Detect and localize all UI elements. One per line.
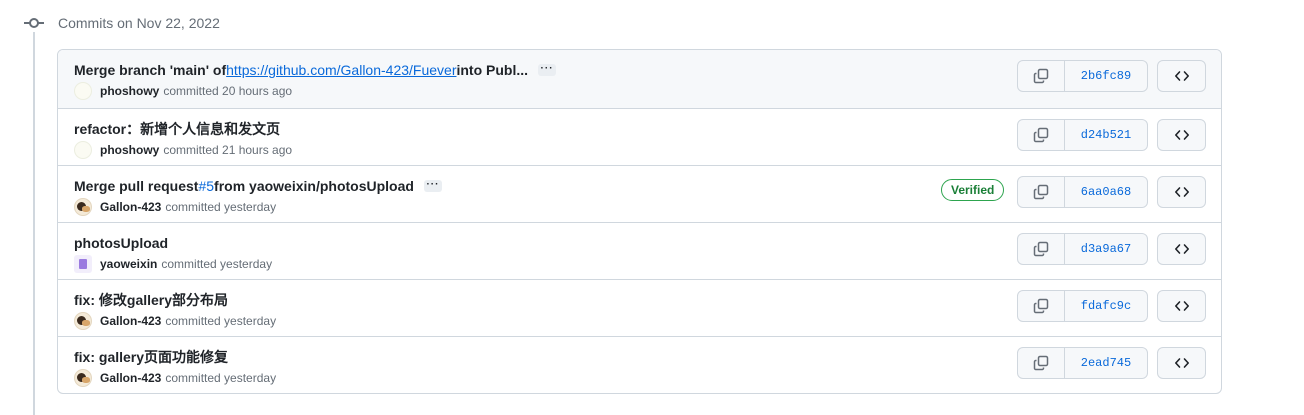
- copy-icon: [1033, 127, 1049, 143]
- commit-meta: phoshowy committed 20 hours ago: [74, 82, 292, 100]
- code-icon: [1174, 71, 1189, 81]
- commit-message: fix: gallery页面功能修复: [74, 347, 228, 367]
- commit-row: Merge branch 'main' of https://github.co…: [58, 50, 1221, 108]
- avatar[interactable]: [74, 369, 92, 387]
- commit-message: refactor：新增个人信息和发文页: [74, 119, 280, 139]
- code-icon: [1174, 187, 1189, 197]
- commit-meta: Gallon-423 committed yesterday: [74, 198, 276, 216]
- ellipsis-icon[interactable]: ···: [423, 180, 442, 192]
- commit-time: committed yesterday: [165, 371, 277, 385]
- code-icon: [1174, 301, 1189, 311]
- browse-repo-button[interactable]: [1157, 119, 1206, 151]
- copy-icon: [1033, 241, 1049, 257]
- commit-sha-group: 2ead745: [1017, 347, 1148, 379]
- commit-message-text[interactable]: into Publ...: [456, 60, 528, 80]
- browse-repo-button[interactable]: [1157, 290, 1206, 322]
- avatar[interactable]: [74, 82, 92, 100]
- commit-sha-group: 6aa0a68: [1017, 176, 1148, 208]
- commit-sha-link[interactable]: d3a9a67: [1065, 234, 1147, 264]
- commit-sha-group: d3a9a67: [1017, 233, 1148, 265]
- copy-icon: [1033, 298, 1049, 314]
- ellipsis-icon[interactable]: ···: [538, 64, 557, 76]
- commit-time: committed yesterday: [161, 257, 273, 271]
- author-name[interactable]: phoshowy: [100, 143, 159, 157]
- commit-message-text[interactable]: fix: gallery页面功能修复: [74, 347, 228, 367]
- commit-sha-link[interactable]: fdafc9c: [1065, 291, 1147, 321]
- author-name[interactable]: Gallon-423: [100, 371, 161, 385]
- commit-time: committed yesterday: [165, 200, 277, 214]
- commit-message-text[interactable]: refactor：新增个人信息和发文页: [74, 119, 280, 139]
- commit-time: committed 20 hours ago: [163, 84, 293, 98]
- commit-message: photosUpload: [74, 233, 168, 253]
- copy-icon: [1033, 68, 1049, 84]
- commit-meta: yaoweixin committed yesterday: [74, 255, 272, 273]
- copy-icon: [1033, 184, 1049, 200]
- copy-sha-button[interactable]: [1018, 61, 1065, 91]
- code-icon: [1174, 244, 1189, 254]
- commit-message-link[interactable]: https://github.com/Gallon-423/Fuever: [226, 60, 456, 80]
- commit-message: Merge pull request #5 from yaoweixin/pho…: [74, 176, 442, 196]
- timeline-line: [33, 32, 35, 415]
- copy-sha-button[interactable]: [1018, 348, 1065, 378]
- commit-message: fix: 修改gallery部分布局: [74, 290, 228, 310]
- timeline-head: [24, 12, 44, 34]
- author-name[interactable]: phoshowy: [100, 84, 159, 98]
- commit-time: committed 21 hours ago: [163, 143, 293, 157]
- commit-list: Merge branch 'main' of https://github.co…: [57, 49, 1222, 394]
- commit-row: refactor：新增个人信息和发文页 phoshowy committed 2…: [58, 108, 1221, 165]
- commit-meta: phoshowy committed 21 hours ago: [74, 141, 292, 159]
- copy-icon: [1033, 355, 1049, 371]
- commit-sha-link[interactable]: d24b521: [1065, 120, 1147, 150]
- commit-message-text[interactable]: from yaoweixin/photosUpload: [214, 176, 414, 196]
- commit-row: fix: gallery页面功能修复 Gallon-423 committed …: [58, 336, 1221, 393]
- avatar[interactable]: [74, 141, 92, 159]
- copy-sha-button[interactable]: [1018, 234, 1065, 264]
- commit-sha-link[interactable]: 2b6fc89: [1065, 61, 1147, 91]
- commit-message-text[interactable]: Merge branch 'main' of: [74, 60, 226, 80]
- commit-row: fix: 修改gallery部分布局 Gallon-423 committed …: [58, 279, 1221, 336]
- commit-row: Merge pull request #5 from yaoweixin/pho…: [58, 165, 1221, 222]
- browse-repo-button[interactable]: [1157, 60, 1206, 92]
- avatar[interactable]: [74, 255, 92, 273]
- code-icon: [1174, 358, 1189, 368]
- commit-sha-group: 2b6fc89: [1017, 60, 1148, 92]
- pull-request-link[interactable]: #5: [198, 176, 214, 196]
- copy-sha-button[interactable]: [1018, 291, 1065, 321]
- author-name[interactable]: yaoweixin: [100, 257, 157, 271]
- avatar[interactable]: [74, 312, 92, 330]
- commit-sha-link[interactable]: 6aa0a68: [1065, 177, 1147, 207]
- browse-repo-button[interactable]: [1157, 347, 1206, 379]
- browse-repo-button[interactable]: [1157, 233, 1206, 265]
- commit-meta: Gallon-423 committed yesterday: [74, 369, 276, 387]
- commit-sha-group: d24b521: [1017, 119, 1148, 151]
- commit-message-text[interactable]: photosUpload: [74, 233, 168, 253]
- copy-sha-button[interactable]: [1018, 177, 1065, 207]
- author-name[interactable]: Gallon-423: [100, 200, 161, 214]
- commit-sha-group: fdafc9c: [1017, 290, 1148, 322]
- browse-repo-button[interactable]: [1157, 176, 1206, 208]
- code-icon: [1174, 130, 1189, 140]
- commit-message-text[interactable]: Merge pull request: [74, 176, 198, 196]
- avatar[interactable]: [74, 198, 92, 216]
- verified-badge[interactable]: Verified: [941, 179, 1005, 201]
- commit-message: Merge branch 'main' of https://github.co…: [74, 60, 557, 80]
- git-commit-icon: [24, 13, 44, 33]
- commit-row: photosUpload yaoweixin committed yesterd…: [58, 222, 1221, 279]
- commit-time: committed yesterday: [165, 314, 277, 328]
- commit-group-title: Commits on Nov 22, 2022: [58, 15, 220, 31]
- commit-meta: Gallon-423 committed yesterday: [74, 312, 276, 330]
- commit-sha-link[interactable]: 2ead745: [1065, 348, 1147, 378]
- copy-sha-button[interactable]: [1018, 120, 1065, 150]
- author-name[interactable]: Gallon-423: [100, 314, 161, 328]
- commit-message-text[interactable]: fix: 修改gallery部分布局: [74, 290, 228, 310]
